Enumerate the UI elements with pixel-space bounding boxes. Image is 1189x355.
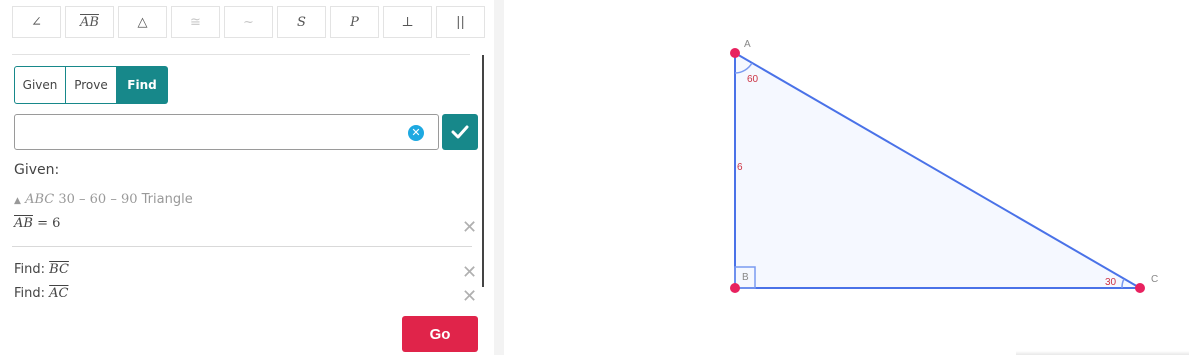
remove-find-icon[interactable]: ✕ <box>462 264 477 282</box>
given-heading: Given: <box>14 162 60 178</box>
triangle-name: ABC <box>25 192 55 207</box>
tab-find[interactable]: Find <box>117 66 168 104</box>
point-a[interactable] <box>730 48 740 58</box>
submit-check-button[interactable] <box>442 114 478 150</box>
tab-prove[interactable]: Prove <box>66 66 117 104</box>
find-prefix: Find: <box>14 286 46 301</box>
given-segment: AB = 6 <box>14 216 60 231</box>
given-triangle: ▲ ABC 30 – 60 – 90 Triangle <box>14 192 193 207</box>
scrollbar[interactable] <box>482 55 484 287</box>
given-find-divider <box>12 246 472 247</box>
vertex-label-b: B <box>742 272 749 283</box>
segment-button[interactable]: AB <box>65 6 114 38</box>
find-item: Find: AC <box>14 286 69 301</box>
side-ab-label: 6 <box>737 162 743 173</box>
parallel-button[interactable]: || <box>436 6 485 38</box>
remove-given-icon[interactable]: ✕ <box>462 219 477 237</box>
perpendicular-button[interactable]: ⊥ <box>383 6 432 38</box>
triangle-diagram: A B C 60 30 6 <box>730 39 1158 293</box>
parallel-icon: || <box>456 14 465 30</box>
toolbar: ∠ AB △ ≅ ~ S P ⊥ || <box>12 6 485 38</box>
panel-separator <box>494 0 504 355</box>
triangle-word: Triangle <box>141 192 193 207</box>
angle-a-label: 60 <box>747 74 759 85</box>
triangle-button[interactable]: △ <box>118 6 167 38</box>
point-b[interactable] <box>730 283 740 293</box>
statement-input-wrapper: ✕ <box>14 114 439 150</box>
tab-given[interactable]: Given <box>14 66 66 104</box>
given-segment-name: AB <box>14 216 33 231</box>
point-c[interactable] <box>1135 283 1145 293</box>
clear-icon[interactable]: ✕ <box>408 125 424 141</box>
toolbar-divider <box>12 54 470 55</box>
angle-c-label: 30 <box>1105 277 1117 288</box>
p-button[interactable]: P <box>330 6 379 38</box>
check-icon <box>451 125 469 139</box>
given-segment-value: = 6 <box>37 216 61 231</box>
s-icon: S <box>297 14 306 30</box>
segment-icon: AB <box>80 14 99 30</box>
congruent-icon: ≅ <box>190 14 201 30</box>
s-button[interactable]: S <box>277 6 326 38</box>
angle-icon: ∠ <box>31 14 42 30</box>
similar-icon: ~ <box>243 14 254 30</box>
triangle-icon: △ <box>137 14 148 30</box>
triangle-symbol-icon: ▲ <box>14 196 21 206</box>
vertex-label-c: C <box>1151 274 1158 285</box>
find-segment: BC <box>49 262 69 277</box>
find-prefix: Find: <box>14 262 46 277</box>
find-segment: AC <box>49 286 69 301</box>
congruent-button[interactable]: ≅ <box>171 6 220 38</box>
bottom-edge <box>1016 351 1189 355</box>
go-button[interactable]: Go <box>402 316 478 352</box>
angle-button[interactable]: ∠ <box>12 6 61 38</box>
mode-tabs: Given Prove Find <box>14 66 168 104</box>
triangle-angles: 30 – 60 – 90 <box>58 192 138 207</box>
statement-input[interactable] <box>21 116 401 148</box>
perpendicular-icon: ⊥ <box>401 14 414 30</box>
vertex-label-a: A <box>744 39 751 50</box>
similar-button[interactable]: ~ <box>224 6 273 38</box>
p-icon: P <box>350 14 359 30</box>
find-item: Find: BC <box>14 262 69 277</box>
remove-find-icon[interactable]: ✕ <box>462 288 477 306</box>
